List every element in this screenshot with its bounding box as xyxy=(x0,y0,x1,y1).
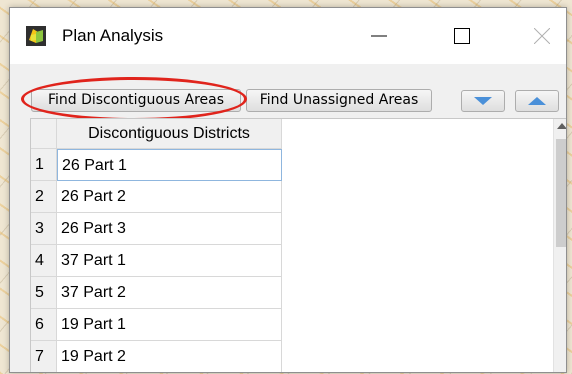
title-bar[interactable]: Plan Analysis xyxy=(10,8,566,64)
close-icon xyxy=(534,28,550,44)
triangle-down-icon xyxy=(474,97,492,105)
maximize-icon xyxy=(454,28,470,44)
discontiguous-districts-grid[interactable]: Discontiguous Districts 1 26 Part 1 2 26… xyxy=(30,118,566,372)
app-logo-icon xyxy=(26,26,46,46)
find-unassigned-areas-button[interactable]: Find Unassigned Areas xyxy=(246,89,432,112)
toolbar: Find Discontiguous Areas Find Unassigned… xyxy=(10,64,566,121)
row-number[interactable]: 2 xyxy=(31,181,57,213)
close-button[interactable] xyxy=(519,18,565,54)
minimize-button[interactable] xyxy=(356,18,402,54)
row-number[interactable]: 7 xyxy=(31,341,57,372)
table-cell[interactable]: 37 Part 2 xyxy=(57,277,282,309)
table-row[interactable]: 6 19 Part 1 xyxy=(31,309,282,341)
column-header-discontiguous-districts[interactable]: Discontiguous Districts xyxy=(57,119,282,149)
row-number[interactable]: 4 xyxy=(31,245,57,277)
row-number[interactable]: 1 xyxy=(31,149,57,181)
table-row[interactable]: 4 37 Part 1 xyxy=(31,245,282,277)
row-number[interactable]: 5 xyxy=(31,277,57,309)
table-row[interactable]: 3 26 Part 3 xyxy=(31,213,282,245)
plan-analysis-window: Plan Analysis Find Discontiguous Areas F… xyxy=(9,7,567,373)
maximize-button[interactable] xyxy=(439,18,485,54)
table-row[interactable]: 2 26 Part 2 xyxy=(31,181,282,213)
scroll-up-icon[interactable] xyxy=(557,123,566,129)
vertical-scrollbar[interactable] xyxy=(553,119,566,372)
table-cell[interactable]: 26 Part 3 xyxy=(57,213,282,245)
find-discontiguous-areas-button[interactable]: Find Discontiguous Areas xyxy=(31,89,241,112)
row-number[interactable]: 3 xyxy=(31,213,57,245)
table-cell[interactable]: 26 Part 2 xyxy=(57,181,282,213)
grid-corner[interactable] xyxy=(31,119,57,149)
table-cell[interactable]: 19 Part 2 xyxy=(57,341,282,372)
scrollbar-thumb[interactable] xyxy=(556,139,566,247)
table-row[interactable]: 7 19 Part 2 xyxy=(31,341,282,372)
triangle-up-icon xyxy=(528,97,546,105)
table-row[interactable]: 5 37 Part 2 xyxy=(31,277,282,309)
table-cell[interactable]: 19 Part 1 xyxy=(57,309,282,341)
row-number[interactable]: 6 xyxy=(31,309,57,341)
table-cell[interactable]: 37 Part 1 xyxy=(57,245,282,277)
move-up-button[interactable] xyxy=(515,90,559,112)
minimize-icon xyxy=(371,35,387,37)
move-down-button[interactable] xyxy=(461,90,505,112)
table-row[interactable]: 1 26 Part 1 xyxy=(31,149,282,181)
window-title: Plan Analysis xyxy=(62,26,164,45)
table-cell[interactable]: 26 Part 1 xyxy=(57,149,282,181)
